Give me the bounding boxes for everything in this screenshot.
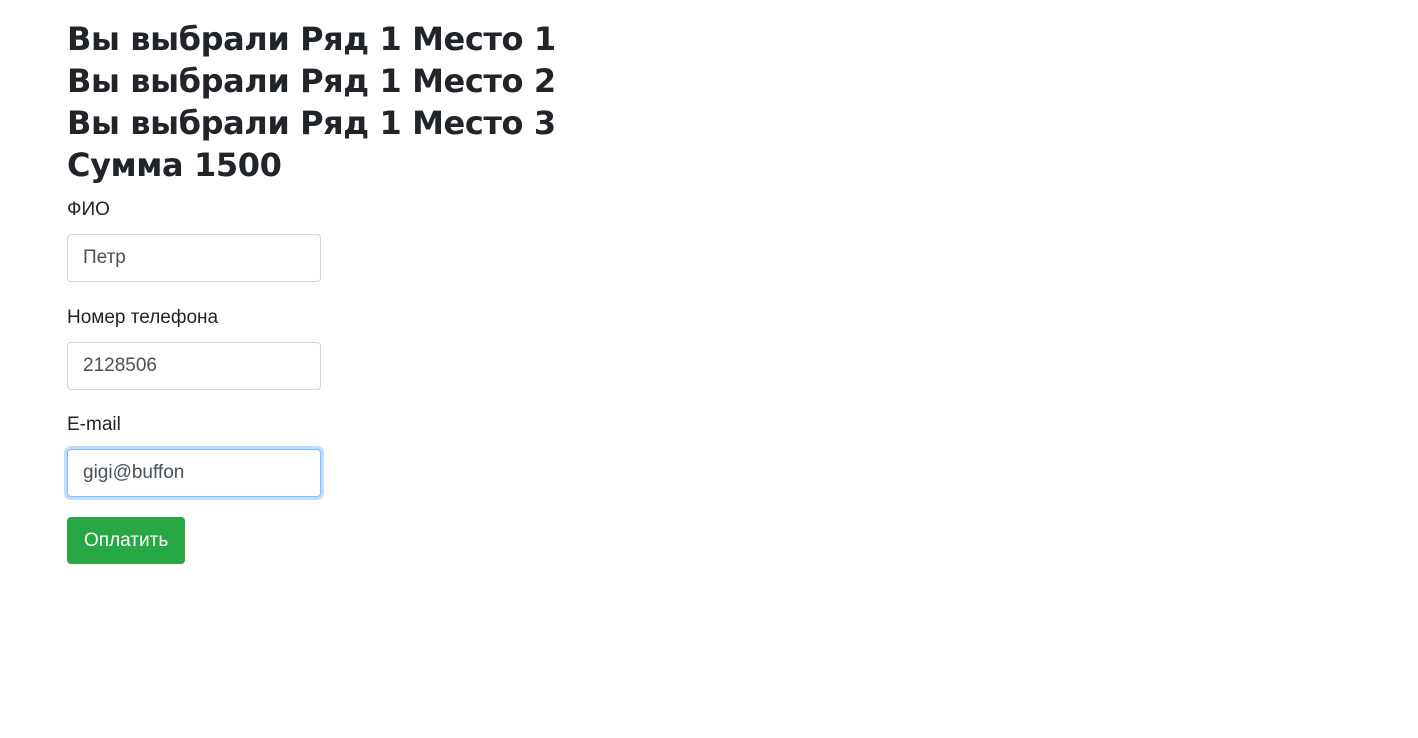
email-label: E-mail (67, 414, 121, 435)
email-input[interactable] (67, 449, 321, 497)
selected-seat-line: Вы выбрали Ряд 1 Место 1 (67, 20, 556, 58)
payment-form: ФИО Номер телефона E-mail Оплатить (67, 198, 667, 564)
name-field-group: ФИО (67, 198, 667, 282)
name-input[interactable] (67, 234, 321, 282)
pay-button[interactable]: Оплатить (67, 517, 186, 564)
selected-seats-summary: Вы выбрали Ряд 1 Место 1 Вы выбрали Ряд … (67, 18, 667, 186)
order-container: Вы выбрали Ряд 1 Место 1 Вы выбрали Ряд … (67, 18, 667, 564)
name-label: ФИО (67, 199, 110, 220)
phone-field-group: Номер телефона (67, 306, 667, 390)
email-field-group: E-mail (67, 413, 667, 497)
phone-input[interactable] (67, 342, 321, 390)
selected-seat-line: Вы выбрали Ряд 1 Место 3 (67, 104, 556, 142)
selected-seat-line: Вы выбрали Ряд 1 Место 2 (67, 62, 556, 100)
total-sum: Сумма 1500 (67, 146, 282, 184)
phone-label: Номер телефона (67, 307, 219, 328)
